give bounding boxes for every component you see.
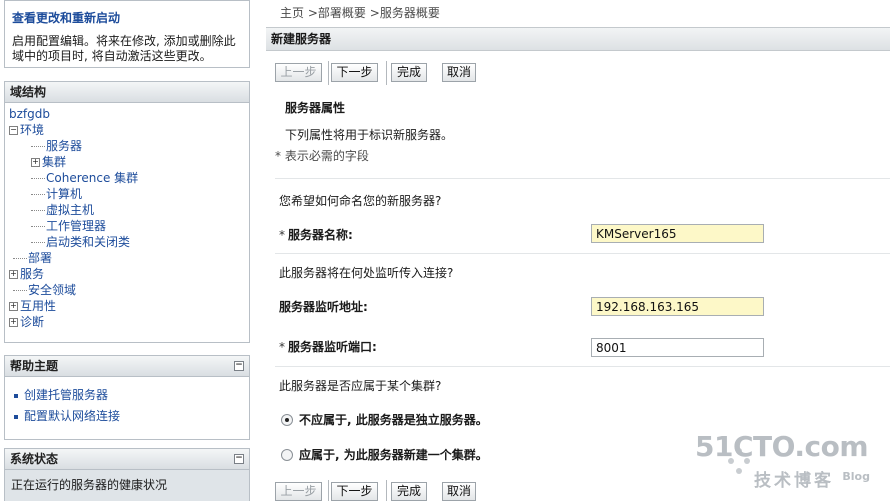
collapse-icon[interactable]: − [9,126,18,135]
required-marker: * [279,340,285,354]
watermark-sub: 技术博客 [754,471,834,491]
next-button[interactable]: 下一步 [331,63,378,82]
button-divider [386,480,387,501]
tree-item-interoperability[interactable]: 互用性 [20,299,56,313]
help-topics-title: 帮助主题 − [5,356,249,377]
help-topics-list: 创建托管服务器 配置默认网络连接 [5,377,249,427]
list-item: 创建托管服务器 [12,385,249,406]
listen-address-label: 服务器监听地址: [279,300,368,314]
help-topics-title-text: 帮助主题 [10,359,59,373]
expand-icon[interactable]: + [9,302,18,311]
minimize-icon[interactable]: − [234,361,244,371]
finish-button[interactable]: 完成 [391,63,427,82]
tree-connector [31,178,45,179]
listen-port-label: * 服务器监听端口: [279,338,377,355]
server-name-label: * 服务器名称: [279,226,353,243]
page-title: 新建服务器 [266,27,890,51]
button-divider [328,480,329,501]
tree-connector [31,194,45,195]
expand-icon[interactable]: + [31,158,40,167]
breadcrumb-deployments[interactable]: 部署概要 [318,6,366,20]
system-status-panel: 系统状态 − 正在运行的服务器的健康状况 [4,448,250,501]
tree-item-startup-shutdown[interactable]: 启动类和关闭类 [46,235,130,249]
required-note: * 表示必需的字段 [275,149,369,163]
divider [275,366,890,367]
radio-new-cluster-label: 应属于, 为此服务器新建一个集群。 [299,448,488,462]
question-server-name: 您希望如何命名您的新服务器? [279,194,442,208]
domain-tree: bzfgdb − 环境 服务器 + 集群 Coherence 集群 计算机 虚拟主机… [5,103,249,330]
radio-unselected-icon[interactable] [281,448,293,461]
list-item: 配置默认网络连接 [12,406,249,427]
tree-item-services[interactable]: 服务 [20,267,44,281]
radio-new-cluster[interactable]: 应属于, 为此服务器新建一个集群。 [281,446,488,463]
cancel-button[interactable]: 取消 [442,63,476,82]
breadcrumb-separator: > [369,6,380,20]
breadcrumb-separator: > [307,6,318,20]
watermark-main: 51CTO.com [695,430,868,463]
tree-connector [31,210,45,211]
view-changes-restart-link[interactable]: 查看更改和重新启动 [5,1,249,26]
tree-item-servers[interactable]: 服务器 [46,139,82,153]
listen-port-label-text: 服务器监听端口: [288,340,377,354]
system-status-title-text: 系统状态 [10,452,59,466]
listen-address-input[interactable] [591,297,764,316]
tree-item-coherence-clusters[interactable]: Coherence 集群 [46,171,138,185]
help-topics-panel: 帮助主题 − 创建托管服务器 配置默认网络连接 [4,355,250,440]
system-status-text: 正在运行的服务器的健康状况 [5,470,249,501]
tree-connector [31,242,45,243]
section-title: 服务器属性 [285,101,346,115]
minimize-icon[interactable]: − [234,454,244,464]
question-cluster: 此服务器是否应属于某个集群? [279,379,442,393]
watermark-logo: 51CTO.com 技术博客 Blog [695,430,878,494]
system-status-title: 系统状态 − [5,449,249,470]
button-divider [386,61,387,85]
left-sidebar: 查看更改和重新启动 启用配置编辑。将来在修改, 添加或删除此域中的项目时, 将自… [0,0,256,501]
radio-standalone[interactable]: 不应属于, 此服务器是独立服务器。 [281,411,488,428]
change-center-panel: 查看更改和重新启动 启用配置编辑。将来在修改, 添加或删除此域中的项目时, 将自… [4,0,250,68]
divider [275,253,890,254]
required-marker: * [279,228,285,242]
cancel-button[interactable]: 取消 [442,482,476,501]
breadcrumb-home[interactable]: 主页 [280,6,304,20]
radio-standalone-label: 不应属于, 此服务器是独立服务器。 [299,413,488,427]
finish-button[interactable]: 完成 [391,482,427,501]
tree-item-clusters[interactable]: 集群 [42,155,66,169]
tree-connector [31,146,45,147]
tree-item-environment[interactable]: 环境 [20,123,44,137]
tree-item-diagnostics[interactable]: 诊断 [20,315,44,329]
section-description: 下列属性将用于标识新服务器。 [285,128,454,142]
question-listen-address: 此服务器将在何处监听传入连接? [279,266,454,280]
button-divider [328,61,329,85]
expand-icon[interactable]: + [9,270,18,279]
radio-selected-icon[interactable] [281,413,293,426]
next-button[interactable]: 下一步 [331,482,378,501]
expand-icon[interactable]: + [9,318,18,327]
tree-item-work-managers[interactable]: 工作管理器 [46,219,106,233]
tree-item-machines[interactable]: 计算机 [46,187,82,201]
domain-structure-title: 域结构 [5,82,249,103]
server-name-label-text: 服务器名称: [288,228,353,242]
tree-item-root[interactable]: bzfgdb [9,107,50,121]
divider [275,178,890,179]
listen-port-input[interactable] [591,338,764,357]
back-button[interactable]: 上一步 [275,63,322,82]
change-center-description: 启用配置编辑。将来在修改, 添加或删除此域中的项目时, 将自动激活这些更改。 [12,34,236,63]
main-content: 主页 >部署概要 >服务器概要 新建服务器 上一步 下一步 完成 取消 服务器属… [262,0,890,501]
server-name-input[interactable] [591,224,764,243]
tree-connector [31,226,45,227]
watermark-blog: Blog [842,470,870,483]
tree-connector [13,290,27,291]
tree-item-virtual-hosts[interactable]: 虚拟主机 [46,203,94,217]
help-link-create-managed-server[interactable]: 创建托管服务器 [24,388,108,402]
breadcrumb-current: 服务器概要 [379,6,440,20]
tree-item-deployments[interactable]: 部署 [28,251,52,265]
domain-structure-panel: 域结构 bzfgdb − 环境 服务器 + 集群 Coherence 集群 计算机 … [4,81,250,343]
back-button[interactable]: 上一步 [275,482,322,501]
tree-connector [13,258,27,259]
breadcrumb: 主页 >部署概要 >服务器概要 [280,4,440,21]
tree-item-security-realms[interactable]: 安全领域 [28,283,76,297]
help-link-configure-network[interactable]: 配置默认网络连接 [24,409,120,423]
